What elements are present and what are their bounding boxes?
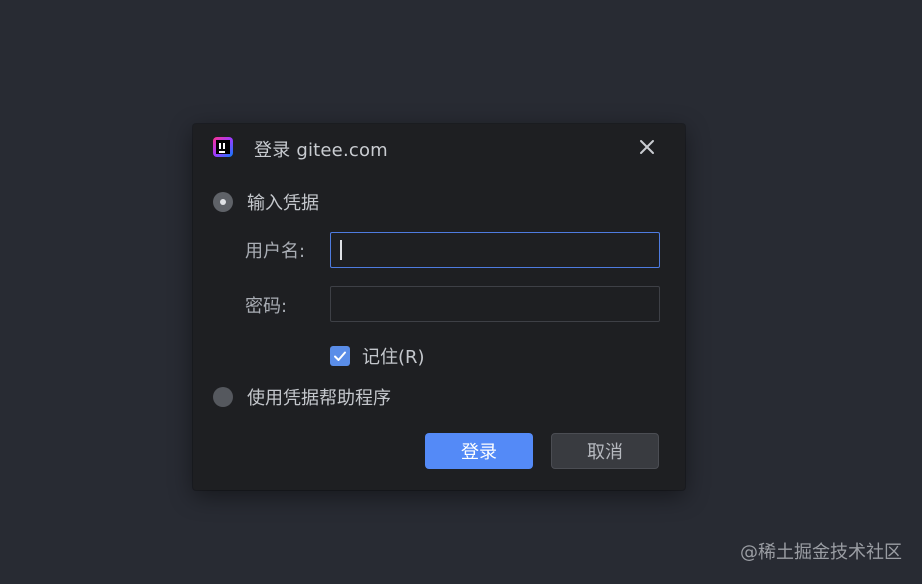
watermark-text: @稀土掘金技术社区 — [740, 542, 902, 563]
close-button[interactable] — [637, 137, 657, 157]
login-dialog: 登录 gitee.com 输入凭据 用户名: 密码: 记住(R) 使用凭据帮助程… — [193, 124, 685, 490]
desktop-background: 登录 gitee.com 输入凭据 用户名: 密码: 记住(R) 使用凭据帮助程… — [0, 0, 922, 584]
dialog-title-bar: 登录 gitee.com — [193, 124, 685, 172]
dialog-title: 登录 gitee.com — [254, 140, 388, 161]
radio-credentials-option[interactable]: 输入凭据 — [213, 189, 319, 215]
cancel-button[interactable]: 取消 — [551, 433, 659, 469]
remember-checkbox[interactable] — [330, 346, 350, 366]
radio-credentials[interactable] — [213, 192, 233, 212]
radio-helper[interactable] — [213, 387, 233, 407]
remember-label: 记住(R) — [362, 347, 425, 368]
text-caret — [340, 240, 342, 260]
jetbrains-ide-icon — [213, 137, 233, 157]
username-label: 用户名: — [245, 241, 306, 262]
close-icon — [640, 140, 654, 154]
remember-option[interactable]: 记住(R) — [330, 344, 425, 368]
login-button[interactable]: 登录 — [425, 433, 533, 469]
username-input[interactable] — [330, 232, 660, 268]
radio-helper-label: 使用凭据帮助程序 — [247, 388, 391, 409]
checkmark-icon — [334, 351, 346, 361]
radio-credentials-label: 输入凭据 — [247, 193, 319, 214]
password-label: 密码: — [245, 296, 288, 317]
password-input[interactable] — [330, 286, 660, 322]
radio-helper-option[interactable]: 使用凭据帮助程序 — [213, 384, 391, 410]
